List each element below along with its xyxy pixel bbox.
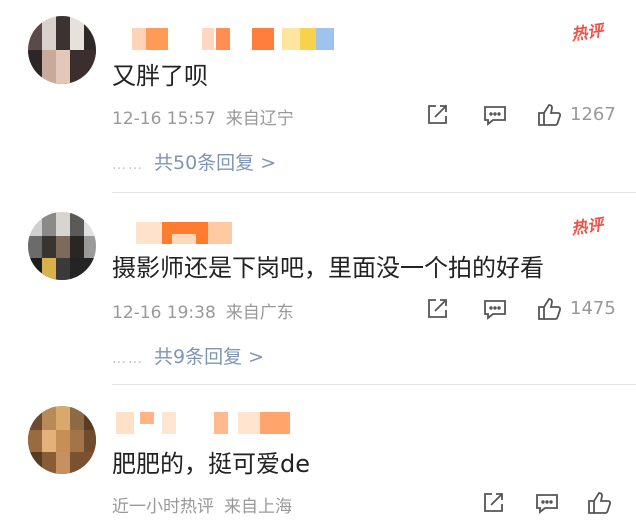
thumbs-up-icon[interactable] <box>586 490 612 516</box>
chevron-right-icon: > <box>248 346 265 368</box>
reply-count-label: 共50条回复 <box>154 152 255 174</box>
comment-location: 来自广东 <box>225 303 294 323</box>
avatar[interactable] <box>28 406 96 474</box>
comment-time: 12-16 15:57 <box>112 109 216 129</box>
avatar[interactable] <box>28 212 96 280</box>
comment-location: 来自上海 <box>224 497 292 517</box>
comment-text: 摄影师还是下岗吧，里面没一个拍的好看 <box>112 254 544 282</box>
hot-comment-badge: 热评 <box>570 20 605 45</box>
reply-dots: …… <box>112 157 144 173</box>
divider <box>112 384 636 385</box>
share-icon[interactable] <box>424 102 450 128</box>
view-replies-link[interactable]: …… 共9条回复 > <box>112 342 264 369</box>
chevron-right-icon: > <box>260 152 277 174</box>
divider <box>112 192 636 193</box>
comment-icon[interactable] <box>482 102 508 128</box>
view-replies-link[interactable]: …… 共50条回复 > <box>112 148 276 175</box>
comment-text: 肥肥的，挺可爱de <box>112 450 310 478</box>
comment-location: 来自辽宁 <box>225 109 294 129</box>
thumbs-up-icon[interactable] <box>536 296 562 322</box>
comment-time: 近一小时热评 <box>112 497 214 517</box>
avatar[interactable] <box>28 16 96 84</box>
comment-meta: 12-16 15:57 来自辽宁 <box>112 104 294 129</box>
comment-time: 12-16 19:38 <box>112 303 216 323</box>
username-censored[interactable] <box>112 28 342 50</box>
share-icon[interactable] <box>424 296 450 322</box>
comment-meta: 近一小时热评 来自上海 <box>112 492 292 517</box>
username-censored[interactable] <box>112 222 342 244</box>
comment-actions: 1267 <box>424 102 624 134</box>
like-count: 1267 <box>570 104 616 125</box>
thumbs-up-icon[interactable] <box>536 102 562 128</box>
username-censored[interactable] <box>112 412 342 434</box>
comment-actions <box>424 490 624 522</box>
comment-text: 又胖了呗 <box>112 62 208 90</box>
comment-icon[interactable] <box>534 490 560 516</box>
comment-icon[interactable] <box>482 296 508 322</box>
comment-actions: 1475 <box>424 296 624 328</box>
like-count: 1475 <box>570 298 616 319</box>
reply-count-label: 共9条回复 <box>154 346 243 368</box>
reply-dots: …… <box>112 351 144 367</box>
comment-meta: 12-16 19:38 来自广东 <box>112 298 294 323</box>
share-icon[interactable] <box>480 490 506 516</box>
hot-comment-badge: 热评 <box>570 214 605 239</box>
